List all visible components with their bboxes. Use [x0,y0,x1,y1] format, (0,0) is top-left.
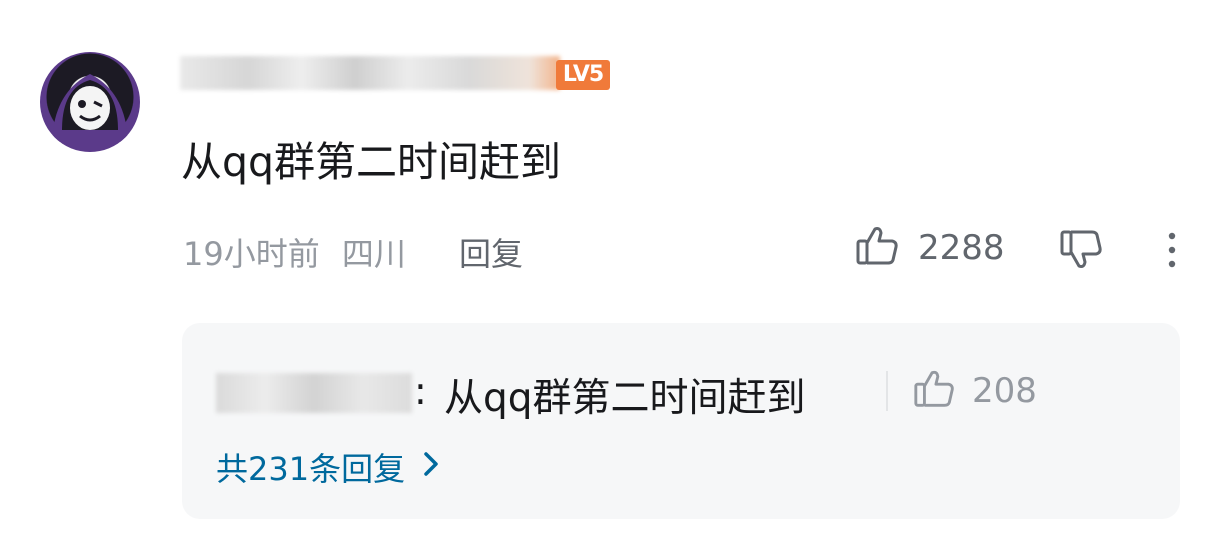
like-button[interactable]: 2288 [854,226,1005,270]
like-count: 2288 [918,228,1005,268]
reply-button[interactable]: 回复 [459,229,523,275]
total-replies-label: 共231条回复 [216,450,406,488]
reply-like-button[interactable]: 208 [912,369,1037,413]
view-all-replies-link[interactable]: 共231条回复 [216,444,439,490]
more-button[interactable] [1162,228,1182,272]
level-badge: LV5 [556,60,610,90]
reply-text: 从qq群第二时间赶到 [444,376,806,421]
comment-location: 四川 [341,235,406,273]
chevron-right-icon [423,448,439,486]
reply-colon: : [414,369,427,413]
more-icon [1162,232,1182,276]
comment-meta: 19小时前 四川 [183,229,406,275]
reply-preview[interactable]: : 从qq群第二时间赶到 208 共231条回复 [182,323,1180,519]
comment-text: 从qq群第二时间赶到 [181,138,562,186]
username[interactable] [180,56,560,90]
reply-like-count: 208 [972,371,1037,411]
thumbs-up-icon [912,367,956,415]
thumbs-up-icon [854,223,900,273]
divider [886,371,888,411]
thumbs-down-icon [1058,230,1104,276]
avatar[interactable] [40,52,140,152]
comment-time: 19小时前 [183,235,320,273]
reply-username[interactable] [216,373,412,413]
dislike-button[interactable] [1058,226,1104,276]
